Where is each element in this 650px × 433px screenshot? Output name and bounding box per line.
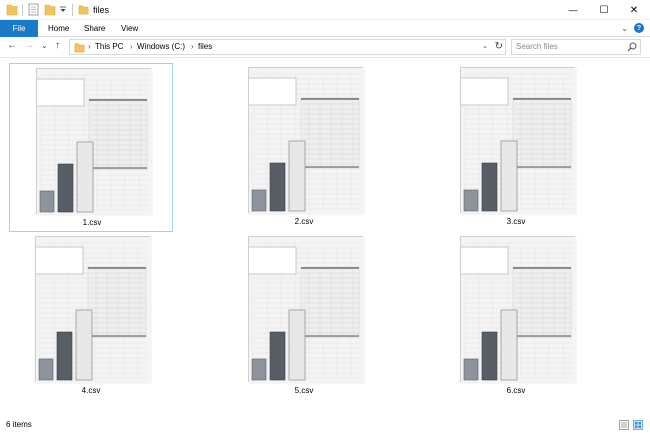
search-box[interactable]: Search files bbox=[511, 39, 641, 55]
new-folder-icon[interactable] bbox=[44, 3, 56, 18]
tab-file[interactable]: File bbox=[0, 20, 38, 37]
bar-tall bbox=[500, 309, 518, 381]
spreadsheet-chart-icon bbox=[460, 236, 576, 383]
bar-tall bbox=[288, 309, 306, 381]
tab-home[interactable]: Home bbox=[48, 20, 69, 37]
bar-short bbox=[463, 358, 479, 381]
breadcrumb-separator: › bbox=[130, 42, 133, 51]
label-box bbox=[249, 77, 297, 106]
label-box bbox=[461, 77, 509, 106]
refresh-icon[interactable]: ↻ bbox=[495, 41, 503, 52]
minimize-button[interactable]: — bbox=[558, 0, 588, 20]
title-bar: files — ☐ ✕ bbox=[0, 0, 650, 20]
spreadsheet-chart-icon bbox=[36, 68, 152, 215]
bar-short bbox=[463, 189, 479, 212]
close-button[interactable]: ✕ bbox=[619, 0, 649, 20]
minimize-icon: — bbox=[568, 5, 578, 15]
search-icon[interactable] bbox=[627, 42, 637, 54]
table-panel bbox=[87, 266, 147, 338]
customize-toolbar-icon[interactable] bbox=[59, 3, 67, 17]
table-panel bbox=[300, 266, 360, 338]
table-panel bbox=[512, 97, 572, 169]
file-item[interactable]: 2.csv bbox=[222, 63, 386, 232]
bar-tall bbox=[76, 141, 94, 213]
item-count: 6 items bbox=[6, 420, 32, 429]
bar-medium bbox=[57, 163, 74, 213]
forward-icon[interactable]: → bbox=[24, 40, 34, 51]
table-panel bbox=[512, 266, 572, 338]
bar-tall bbox=[500, 140, 518, 212]
file-list: 1.csv 2.csv 3.csv 4.csv 5.csv 6.csv bbox=[0, 58, 650, 417]
recent-locations-icon[interactable]: ⌄ bbox=[41, 41, 48, 50]
spreadsheet-chart-icon bbox=[248, 67, 364, 214]
help-icon[interactable]: ? bbox=[634, 23, 644, 33]
maximize-icon: ☐ bbox=[599, 4, 609, 16]
divider bbox=[22, 4, 23, 16]
bar-medium bbox=[481, 331, 498, 381]
bar-medium bbox=[481, 162, 498, 212]
file-name[interactable]: 5.csv bbox=[222, 386, 386, 395]
details-view-icon[interactable] bbox=[619, 420, 629, 430]
ribbon-tabs: File Home Share View ⌄ ? bbox=[0, 20, 650, 37]
back-icon[interactable]: ← bbox=[7, 40, 17, 51]
folder-icon[interactable] bbox=[6, 3, 18, 18]
file-item[interactable]: 5.csv bbox=[222, 232, 386, 401]
folder-icon bbox=[78, 4, 89, 17]
address-bar[interactable]: › This PC › Windows (C:) › files ⌄ ↻ bbox=[69, 39, 506, 55]
properties-icon[interactable] bbox=[28, 3, 39, 18]
tab-share[interactable]: Share bbox=[84, 20, 105, 37]
spreadsheet-chart-icon bbox=[248, 236, 364, 383]
label-box bbox=[461, 246, 509, 275]
spreadsheet-chart-icon bbox=[460, 67, 576, 214]
file-item[interactable]: 4.csv bbox=[9, 232, 173, 401]
bar-medium bbox=[269, 331, 286, 381]
bar-medium bbox=[56, 331, 73, 381]
file-name[interactable]: 1.csv bbox=[10, 218, 174, 227]
maximize-button[interactable]: ☐ bbox=[589, 0, 619, 20]
file-item[interactable]: 6.csv bbox=[434, 232, 598, 401]
up-icon[interactable]: ↑ bbox=[55, 40, 60, 51]
file-item[interactable]: 1.csv bbox=[9, 63, 173, 232]
label-box bbox=[249, 246, 297, 275]
chevron-down-icon[interactable]: ⌄ bbox=[482, 42, 488, 50]
divider bbox=[72, 4, 73, 16]
status-bar: 6 items bbox=[0, 417, 650, 433]
bar-short bbox=[251, 358, 267, 381]
file-name[interactable]: 3.csv bbox=[434, 217, 598, 226]
breadcrumb-windows-c[interactable]: Windows (C:) bbox=[137, 42, 185, 51]
table-panel bbox=[88, 98, 148, 170]
label-box bbox=[36, 246, 84, 275]
large-icons-view-icon[interactable] bbox=[633, 420, 643, 430]
bar-short bbox=[39, 190, 55, 213]
breadcrumb-this-pc[interactable]: This PC bbox=[95, 42, 123, 51]
file-name[interactable]: 2.csv bbox=[222, 217, 386, 226]
bar-tall bbox=[75, 309, 93, 381]
bar-medium bbox=[269, 162, 286, 212]
close-icon: ✕ bbox=[629, 4, 639, 16]
breadcrumb-separator: › bbox=[191, 42, 194, 51]
table-panel bbox=[300, 97, 360, 169]
bar-tall bbox=[288, 140, 306, 212]
file-name[interactable]: 4.csv bbox=[9, 386, 173, 395]
navigation-bar: ← → ⌄ ↑ › This PC › Windows (C:) › files… bbox=[0, 37, 650, 58]
label-box bbox=[37, 78, 85, 107]
search-input[interactable]: Search files bbox=[516, 42, 558, 51]
file-name[interactable]: 6.csv bbox=[434, 386, 598, 395]
tab-view[interactable]: View bbox=[121, 20, 138, 37]
breadcrumb-separator: › bbox=[88, 42, 91, 51]
spreadsheet-chart-icon bbox=[35, 236, 151, 383]
folder-icon bbox=[74, 42, 85, 55]
breadcrumb-files[interactable]: files bbox=[198, 42, 212, 51]
window-title: files bbox=[93, 5, 110, 15]
expand-ribbon-icon[interactable]: ⌄ bbox=[621, 24, 628, 33]
bar-short bbox=[251, 189, 267, 212]
bar-short bbox=[38, 358, 54, 381]
file-item[interactable]: 3.csv bbox=[434, 63, 598, 232]
